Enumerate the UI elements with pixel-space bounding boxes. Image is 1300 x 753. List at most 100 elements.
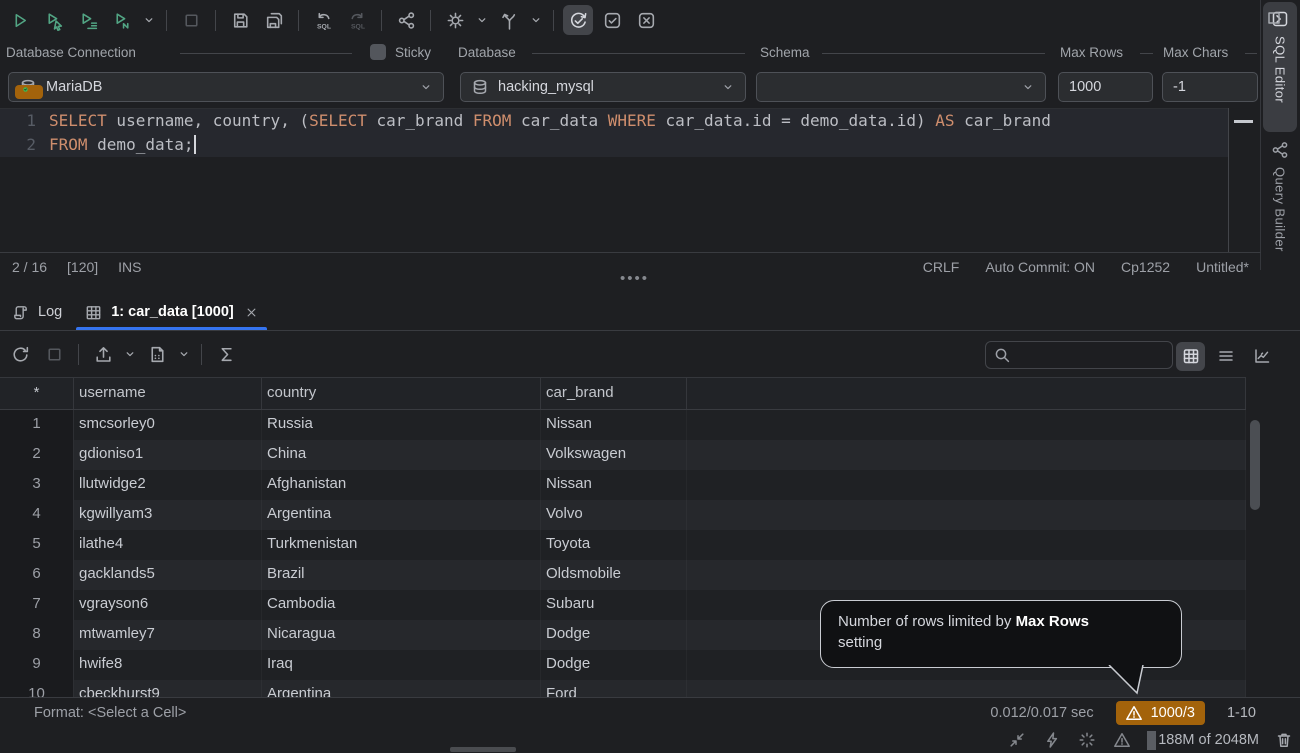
- editor-scrollbar[interactable]: [1228, 108, 1262, 252]
- cell[interactable]: hwife8: [74, 650, 262, 680]
- sigma-button[interactable]: [211, 339, 241, 369]
- column-header-car_brand[interactable]: car_brand: [541, 378, 687, 409]
- editor-status-item[interactable]: Auto Commit: ON: [985, 259, 1095, 275]
- editor-status-item[interactable]: INS: [118, 259, 141, 275]
- results-tab-log[interactable]: Log: [0, 294, 73, 330]
- collapse-icon[interactable]: [1007, 730, 1027, 750]
- cell[interactable]: Oldsmobile: [541, 560, 687, 590]
- cell[interactable]: Nissan: [541, 410, 687, 440]
- row-limit-badge[interactable]: 1000/3: [1116, 701, 1205, 725]
- row-number[interactable]: 8: [0, 620, 74, 650]
- cell[interactable]: Afghanistan: [262, 470, 541, 500]
- gear-button[interactable]: [440, 5, 470, 35]
- sticky-checkbox[interactable]: [370, 44, 386, 60]
- cell[interactable]: mtwamley7: [74, 620, 262, 650]
- cell[interactable]: Argentina: [262, 500, 541, 530]
- code-line[interactable]: 1SELECT username, country, (SELECT car_b…: [0, 109, 1228, 133]
- cell[interactable]: Volkswagen: [541, 440, 687, 470]
- editor-status-item[interactable]: Cp1252: [1121, 259, 1170, 275]
- table-row[interactable]: 4kgwillyam3ArgentinaVolvo: [0, 500, 1246, 530]
- stop-button[interactable]: [39, 339, 69, 369]
- editor-status-item[interactable]: [120]: [67, 259, 98, 275]
- cell[interactable]: Dodge: [541, 620, 687, 650]
- cell[interactable]: Toyota: [541, 530, 687, 560]
- chevron-down-button[interactable]: [528, 5, 544, 35]
- grid-vertical-scrollbar[interactable]: [1250, 420, 1260, 510]
- code-line[interactable]: 2FROM demo_data;: [0, 133, 1228, 157]
- schema-select[interactable]: [756, 72, 1046, 102]
- chevron-down-button[interactable]: [474, 5, 490, 35]
- chevron-down-button[interactable]: [122, 339, 138, 369]
- rollback-button[interactable]: [631, 5, 661, 35]
- cell[interactable]: smcsorley0: [74, 410, 262, 440]
- arrow-merge-button[interactable]: [494, 5, 524, 35]
- file-export-button[interactable]: [142, 339, 172, 369]
- row-number[interactable]: 2: [0, 440, 74, 470]
- results-search[interactable]: [985, 341, 1173, 369]
- row-number[interactable]: 4: [0, 500, 74, 530]
- run-script-button[interactable]: [73, 5, 103, 35]
- splitter-handle[interactable]: ••••: [620, 270, 649, 287]
- trash-icon[interactable]: [1274, 730, 1294, 750]
- run-multiple-button[interactable]: [107, 5, 137, 35]
- cell[interactable]: Volvo: [541, 500, 687, 530]
- column-header-username[interactable]: username: [74, 378, 262, 409]
- redo-sql-button[interactable]: SQL: [342, 5, 372, 35]
- cell[interactable]: Turkmenistan: [262, 530, 541, 560]
- text-view-button[interactable]: [1211, 341, 1241, 371]
- connection-select[interactable]: MariaDB: [8, 72, 444, 102]
- export-button[interactable]: [88, 339, 118, 369]
- results-tab-car-data[interactable]: 1: car_data [1000]: [73, 294, 270, 330]
- cell[interactable]: llutwidge2: [74, 470, 262, 500]
- chevron-down-button[interactable]: [176, 339, 192, 369]
- chart-view-button[interactable]: [1247, 341, 1277, 371]
- table-row[interactable]: 3llutwidge2AfghanistanNissan: [0, 470, 1246, 500]
- cell[interactable]: China: [262, 440, 541, 470]
- cell[interactable]: vgrayson6: [74, 590, 262, 620]
- row-number[interactable]: 7: [0, 590, 74, 620]
- grid-view-button[interactable]: [1176, 342, 1205, 371]
- column-header-country[interactable]: country: [262, 378, 541, 409]
- cell[interactable]: Subaru: [541, 590, 687, 620]
- auto-commit-button[interactable]: [563, 5, 593, 35]
- table-row[interactable]: 6gacklands5BrazilOldsmobile: [0, 560, 1246, 590]
- cell[interactable]: Iraq: [262, 650, 541, 680]
- editor-status-item[interactable]: Untitled*: [1196, 259, 1249, 275]
- save-all-button[interactable]: [259, 5, 289, 35]
- refresh-button[interactable]: [5, 339, 35, 369]
- max-chars-input[interactable]: [1162, 72, 1258, 102]
- run-cursor-button[interactable]: [39, 5, 69, 35]
- maximize-panel-button[interactable]: [1262, 6, 1286, 30]
- search-input[interactable]: [1016, 346, 1166, 364]
- database-select[interactable]: hacking_mysql: [460, 72, 746, 102]
- close-icon[interactable]: [244, 305, 259, 320]
- cell[interactable]: gacklands5: [74, 560, 262, 590]
- editor-status-item[interactable]: CRLF: [923, 259, 960, 275]
- cell[interactable]: ilathe4: [74, 530, 262, 560]
- row-number[interactable]: 5: [0, 530, 74, 560]
- run-button[interactable]: [5, 5, 35, 35]
- memory-indicator[interactable]: 188M of 2048M: [1147, 731, 1259, 750]
- cell[interactable]: Brazil: [262, 560, 541, 590]
- cell[interactable]: Russia: [262, 410, 541, 440]
- table-row[interactable]: 1smcsorley0RussiaNissan: [0, 410, 1246, 440]
- warning-icon[interactable]: [1112, 730, 1132, 750]
- sql-code-editor[interactable]: 1SELECT username, country, (SELECT car_b…: [0, 108, 1228, 253]
- editor-status-item[interactable]: 2 / 16: [12, 259, 47, 275]
- lightning-icon[interactable]: [1042, 730, 1062, 750]
- cell[interactable]: Dodge: [541, 650, 687, 680]
- share-button[interactable]: [391, 5, 421, 35]
- cell[interactable]: Cambodia: [262, 590, 541, 620]
- table-row[interactable]: 5ilathe4TurkmenistanToyota: [0, 530, 1246, 560]
- cell[interactable]: Nicaragua: [262, 620, 541, 650]
- row-number[interactable]: 3: [0, 470, 74, 500]
- stop-button[interactable]: [176, 5, 206, 35]
- row-number[interactable]: 6: [0, 560, 74, 590]
- cell[interactable]: Nissan: [541, 470, 687, 500]
- undo-sql-button[interactable]: SQL: [308, 5, 338, 35]
- commit-button[interactable]: [597, 5, 627, 35]
- chevron-down-button[interactable]: [141, 5, 157, 35]
- row-number[interactable]: 9: [0, 650, 74, 680]
- column-header-row-selector[interactable]: *: [0, 378, 74, 409]
- cell[interactable]: gdioniso1: [74, 440, 262, 470]
